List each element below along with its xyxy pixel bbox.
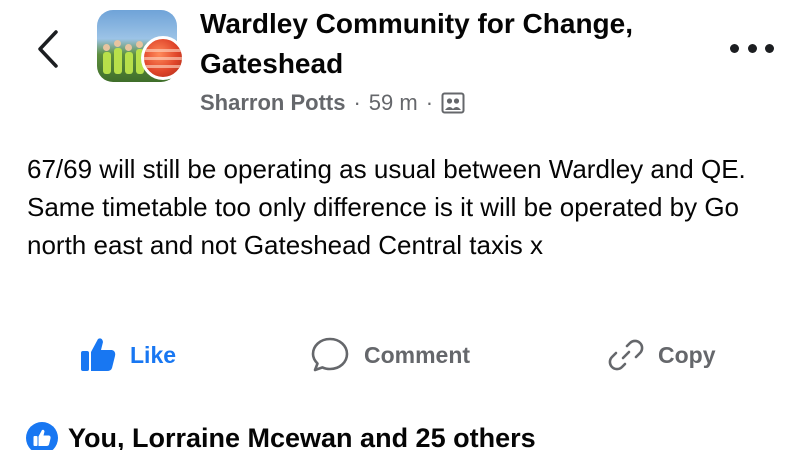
thumbs-up-icon bbox=[81, 338, 116, 371]
dot bbox=[730, 43, 739, 53]
comment-label: Comment bbox=[364, 341, 471, 368]
group-name[interactable]: Wardley Community for Change, Gateshead bbox=[200, 4, 720, 84]
group-audience-icon bbox=[441, 92, 465, 114]
post-text: 67/69 will still be operating as usual b… bbox=[27, 154, 746, 260]
like-reaction-icon bbox=[26, 422, 58, 450]
link-icon bbox=[608, 339, 644, 371]
post-meta: Sharron Potts · 59 m · bbox=[200, 88, 465, 118]
meta-separator: · bbox=[353, 90, 361, 115]
reactions-text: You, Lorraine Mcewan and 25 others bbox=[68, 422, 536, 450]
back-button[interactable] bbox=[30, 24, 70, 74]
copy-label: Copy bbox=[658, 341, 716, 368]
more-options-button[interactable] bbox=[730, 40, 774, 56]
comment-button[interactable]: Comment bbox=[310, 330, 470, 380]
author-name[interactable]: Sharron Potts bbox=[200, 90, 345, 116]
author-avatar bbox=[141, 36, 185, 80]
post-time[interactable]: 59 m bbox=[369, 90, 418, 116]
dot bbox=[765, 43, 774, 53]
copy-button[interactable]: Copy bbox=[606, 330, 716, 380]
chevron-left-icon bbox=[38, 30, 58, 68]
post-actions: Like Comment Copy bbox=[0, 330, 800, 380]
meta-separator: · bbox=[425, 90, 434, 115]
like-button[interactable]: Like bbox=[78, 330, 176, 380]
reactions-summary[interactable]: You, Lorraine Mcewan and 25 others bbox=[26, 418, 536, 450]
comment-icon bbox=[311, 337, 349, 372]
like-label: Like bbox=[130, 341, 177, 368]
dot bbox=[747, 43, 757, 53]
group-avatar[interactable] bbox=[97, 10, 185, 82]
